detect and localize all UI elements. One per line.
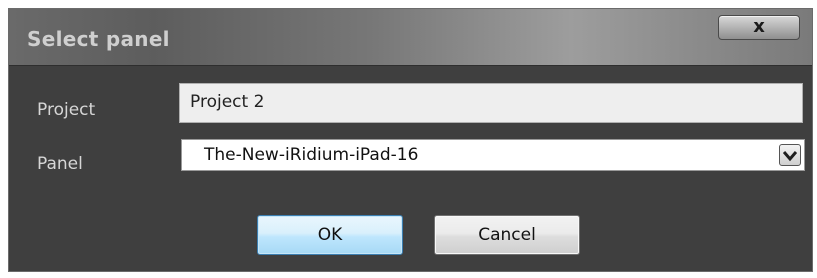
panel-label: Panel	[37, 154, 83, 174]
close-icon: x	[753, 16, 765, 37]
project-field: Project 2	[179, 83, 803, 123]
cancel-button[interactable]: Cancel	[434, 215, 580, 255]
dialog-title: Select panel	[27, 27, 170, 51]
select-panel-dialog: Select panel x Project Project 2 Panel T…	[8, 8, 813, 272]
panel-dropdown[interactable]: The-New-iRidium-iPad-16	[181, 139, 805, 171]
dialog-titlebar: Select panel x	[9, 9, 812, 66]
project-label: Project	[37, 100, 96, 120]
chevron-down-icon[interactable]	[779, 144, 801, 166]
close-button[interactable]: x	[718, 15, 800, 40]
panel-selected-value: The-New-iRidium-iPad-16	[204, 145, 419, 165]
ok-button[interactable]: OK	[257, 215, 403, 255]
